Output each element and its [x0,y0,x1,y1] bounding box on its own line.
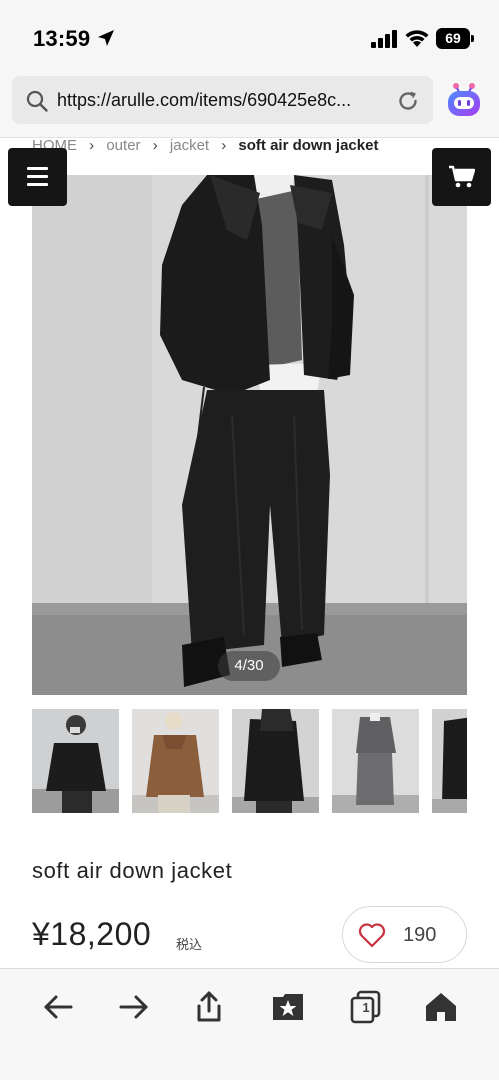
cart-button[interactable] [432,148,491,206]
forward-arrow-icon [119,995,148,1019]
menu-icon-bar [27,175,48,178]
chevron-right-icon: › [89,136,95,154]
url-field[interactable]: https://arulle.com/items/690425e8c... [12,76,433,124]
battery-level: 69 [445,30,461,46]
back-arrow-icon [44,995,73,1019]
image-counter: 4/30 [218,651,280,681]
tax-label: 税込 [176,937,203,952]
breadcrumb-outer[interactable]: outer [106,137,140,154]
share-button[interactable] [191,989,227,1025]
heart-icon [358,923,386,948]
product-main-image[interactable] [32,175,467,695]
status-bar: 13:59 69 [0,0,499,72]
favorite-count: 190 [403,924,437,946]
menu-icon-bar [27,183,48,186]
share-icon [197,991,221,1022]
thumbnail[interactable] [32,709,119,813]
cart-icon [449,165,475,188]
forward-button[interactable] [116,989,152,1025]
thumbnail[interactable] [332,709,419,813]
menu-icon [27,167,48,170]
browser-address-bar: https://arulle.com/items/690425e8c... [0,72,499,138]
chevron-right-icon: › [221,136,227,154]
menu-button[interactable] [8,148,67,206]
home-icon [426,993,456,1021]
tabs-button[interactable]: 1 [347,989,383,1025]
thumbnail[interactable] [432,709,467,813]
browser-toolbar: 1 [0,968,499,1080]
breadcrumb-jacket[interactable]: jacket [170,137,209,154]
search-icon [26,90,48,112]
bookmarks-icon [273,994,303,1020]
thumbnail[interactable] [132,709,219,813]
back-button[interactable] [40,989,76,1025]
thumbnail-strip [32,709,467,813]
battery-tip [471,35,474,42]
breadcrumb: HOME › outer › jacket › soft air down ja… [32,136,378,156]
battery-icon: 69 [436,28,474,49]
product-photo [32,175,467,695]
tab-count: 1 [362,1000,370,1015]
url-text[interactable]: https://arulle.com/items/690425e8c... [57,90,392,111]
location-arrow-icon [98,30,114,46]
favorite-button[interactable]: 190 [342,906,467,963]
wifi-icon [405,30,429,47]
thumbnail[interactable] [232,709,319,813]
product-name: soft air down jacket [32,858,233,883]
extension-icon[interactable] [444,80,484,120]
signal-icon [371,30,397,48]
reload-icon[interactable] [396,89,420,113]
status-time: 13:59 [33,26,91,51]
breadcrumb-current: soft air down jacket [238,136,379,154]
chevron-right-icon: › [152,136,158,154]
bookmarks-button[interactable] [270,989,306,1025]
product-price: ¥18,200 [32,916,152,952]
home-button[interactable] [423,989,459,1025]
